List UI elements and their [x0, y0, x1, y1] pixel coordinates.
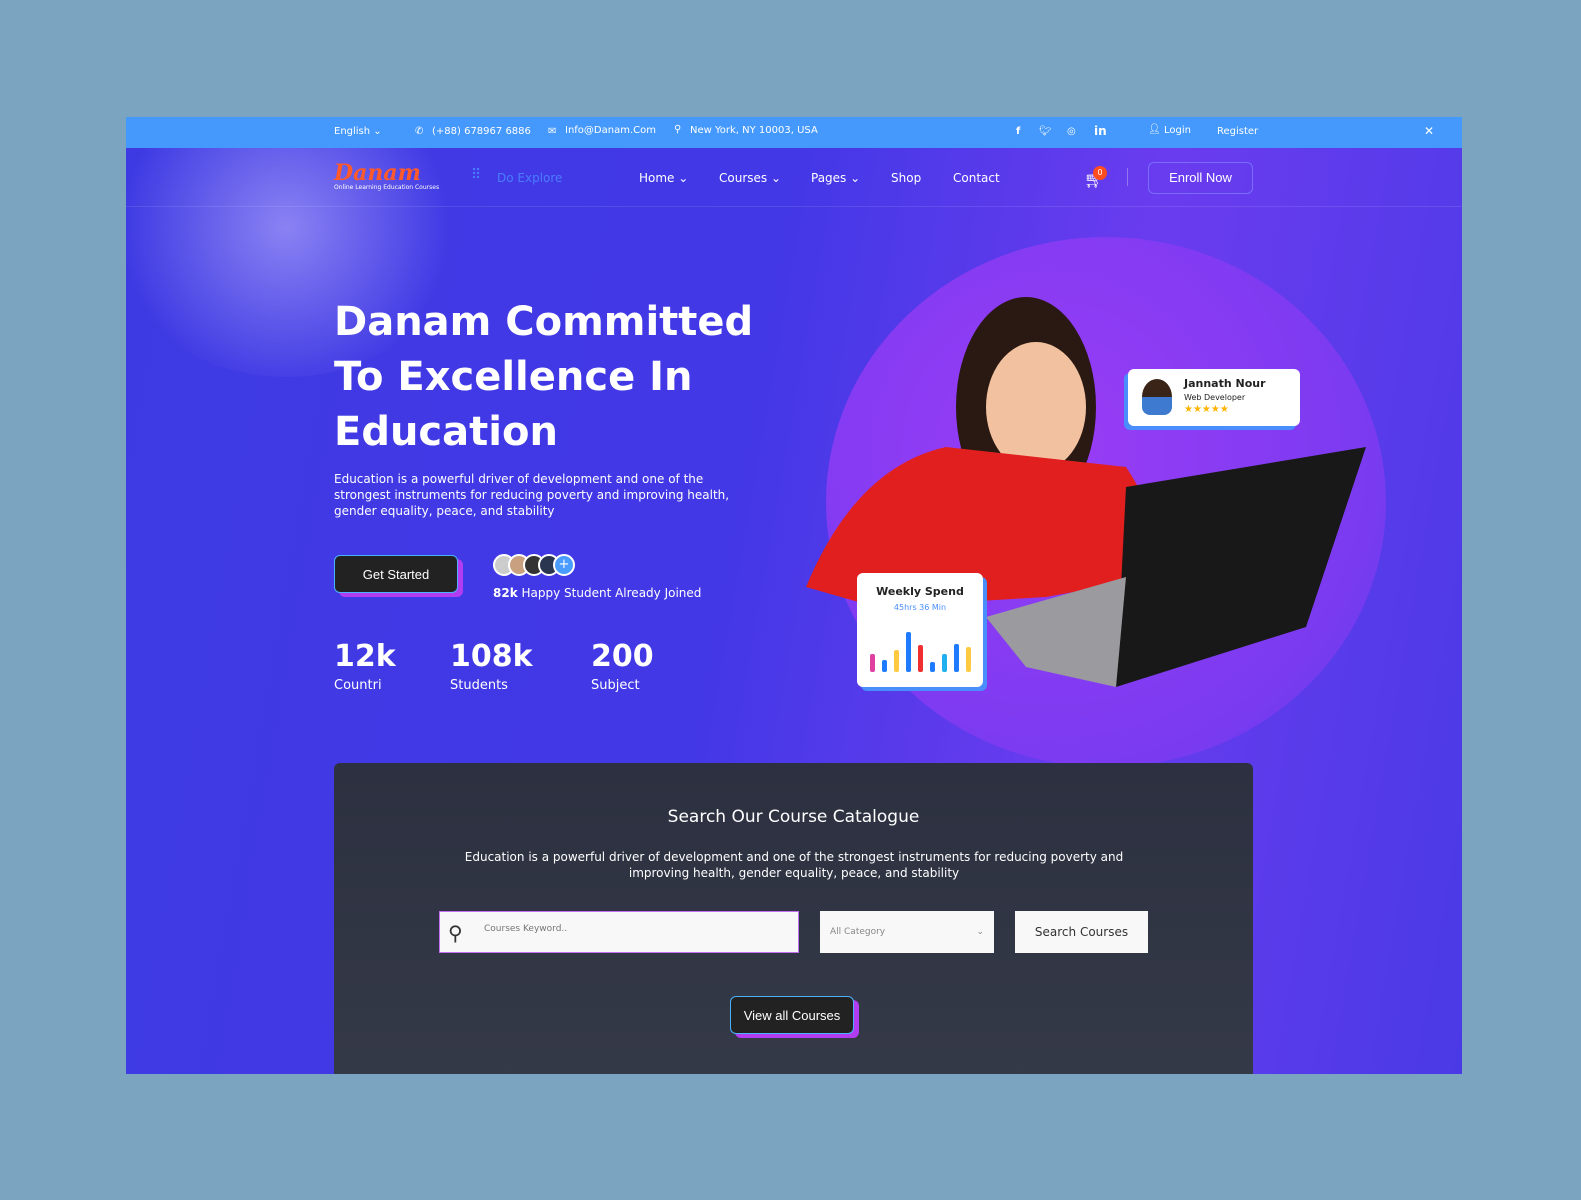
- linkedin-icon[interactable]: in: [1094, 124, 1107, 138]
- stat-label: Countri: [334, 678, 382, 693]
- bar: [882, 660, 887, 672]
- bar: [870, 654, 875, 672]
- keyword-input[interactable]: [484, 924, 784, 934]
- category-value: All Category: [830, 927, 886, 937]
- bar: [894, 650, 899, 672]
- rating-stars: ★★★★★: [1184, 404, 1229, 415]
- close-icon[interactable]: ✕: [1424, 124, 1434, 138]
- cart-badge: 0: [1093, 166, 1107, 180]
- student-avatars: +: [493, 554, 575, 576]
- get-started-button[interactable]: Get Started: [334, 555, 458, 593]
- bar: [966, 647, 971, 672]
- avatar: [1142, 379, 1172, 415]
- divider: [1127, 168, 1128, 186]
- mail-icon: ✉: [548, 126, 557, 137]
- top-bar: English ⌄ ✆ (+88) 678967 6886 ✉ Info@Dan…: [126, 117, 1462, 148]
- search-icon: ⚲: [448, 921, 463, 945]
- profile-card: Jannath Nour Web Developer ★★★★★: [1128, 369, 1300, 426]
- category-select[interactable]: All Category ⌄: [820, 911, 994, 953]
- grid-icon: ⠿: [471, 167, 482, 183]
- weekly-subtitle: 45hrs 36 Min: [893, 603, 947, 612]
- facebook-icon[interactable]: f: [1016, 126, 1020, 137]
- bar: [954, 644, 959, 672]
- weekly-spend-card: Weekly Spend 45hrs 36 Min: [857, 573, 983, 687]
- keyword-field[interactable]: ⚲: [439, 911, 799, 953]
- location-icon: ⚲: [674, 124, 682, 135]
- nav-label: Home: [639, 171, 675, 185]
- stat-value: 12k: [334, 639, 396, 674]
- user-icon: 👤︎: [1148, 124, 1161, 135]
- plus-icon[interactable]: +: [553, 554, 575, 576]
- bar: [918, 644, 923, 672]
- nav-label: Courses: [719, 171, 768, 185]
- joined-count: 82k: [493, 586, 518, 600]
- stat-students: 108k Students: [450, 639, 533, 693]
- explore-link[interactable]: Do Explore: [497, 171, 562, 185]
- enroll-button[interactable]: Enroll Now: [1148, 162, 1253, 194]
- nav-pages[interactable]: Pages ⌄: [811, 171, 860, 185]
- stat-label: Students: [450, 678, 508, 693]
- nav-shop[interactable]: Shop: [891, 171, 921, 185]
- logo-text: Danam: [334, 160, 421, 186]
- weekly-bars: [870, 632, 971, 672]
- logo-tagline: Online Learning Education Courses: [334, 184, 440, 191]
- search-courses-button[interactable]: Search Courses: [1015, 911, 1148, 953]
- stat-value: 200: [591, 639, 654, 674]
- main-nav: Danam Online Learning Education Courses ⠿…: [126, 148, 1462, 207]
- instagram-icon[interactable]: ◎: [1067, 126, 1076, 137]
- hero-title: Danam Committed To Excellence In Educati…: [334, 299, 754, 455]
- bar: [942, 654, 947, 672]
- logo[interactable]: Danam Online Learning Education Courses: [334, 160, 439, 191]
- stat-subjects: 200 Subject: [591, 639, 654, 693]
- register-link[interactable]: Register: [1217, 126, 1258, 137]
- weekly-title: Weekly Spend: [876, 585, 964, 598]
- profile-name: Jannath Nour: [1184, 377, 1266, 390]
- joined-text: 82k Happy Student Already Joined: [493, 586, 701, 600]
- stat-countries: 12k Countri: [334, 639, 396, 693]
- search-description: Education is a powerful driver of develo…: [464, 850, 1124, 880]
- phone-icon: ✆: [415, 126, 424, 137]
- twitter-icon[interactable]: 🐦︎: [1039, 126, 1052, 137]
- email[interactable]: Info@Danam.Com: [565, 125, 656, 136]
- phone-number[interactable]: (+88) 678967 6886: [432, 126, 531, 137]
- bar: [930, 662, 935, 672]
- view-all-courses-button[interactable]: View all Courses: [730, 996, 854, 1034]
- page: English ⌄ ✆ (+88) 678967 6886 ✉ Info@Dan…: [126, 117, 1462, 1074]
- bar: [906, 632, 911, 672]
- nav-label: Pages: [811, 171, 847, 185]
- search-title: Search Our Course Catalogue: [667, 807, 920, 827]
- login-link[interactable]: Login: [1164, 125, 1191, 136]
- profile-role: Web Developer: [1184, 393, 1246, 402]
- joined-label: Happy Student Already Joined: [521, 586, 702, 600]
- nav-courses[interactable]: Courses ⌄: [719, 171, 781, 185]
- course-search-section: Search Our Course Catalogue Education is…: [334, 763, 1253, 1074]
- chevron-down-icon: ⌄: [976, 927, 984, 937]
- stat-value: 108k: [450, 639, 533, 674]
- hero-description: Education is a powerful driver of develo…: [334, 472, 730, 518]
- nav-contact[interactable]: Contact: [953, 171, 1000, 185]
- nav-home[interactable]: Home ⌄: [639, 171, 688, 185]
- stat-label: Subject: [591, 678, 640, 693]
- language-select[interactable]: English ⌄: [334, 126, 382, 137]
- address: New York, NY 10003, USA: [690, 125, 818, 136]
- language-label: English: [334, 126, 371, 137]
